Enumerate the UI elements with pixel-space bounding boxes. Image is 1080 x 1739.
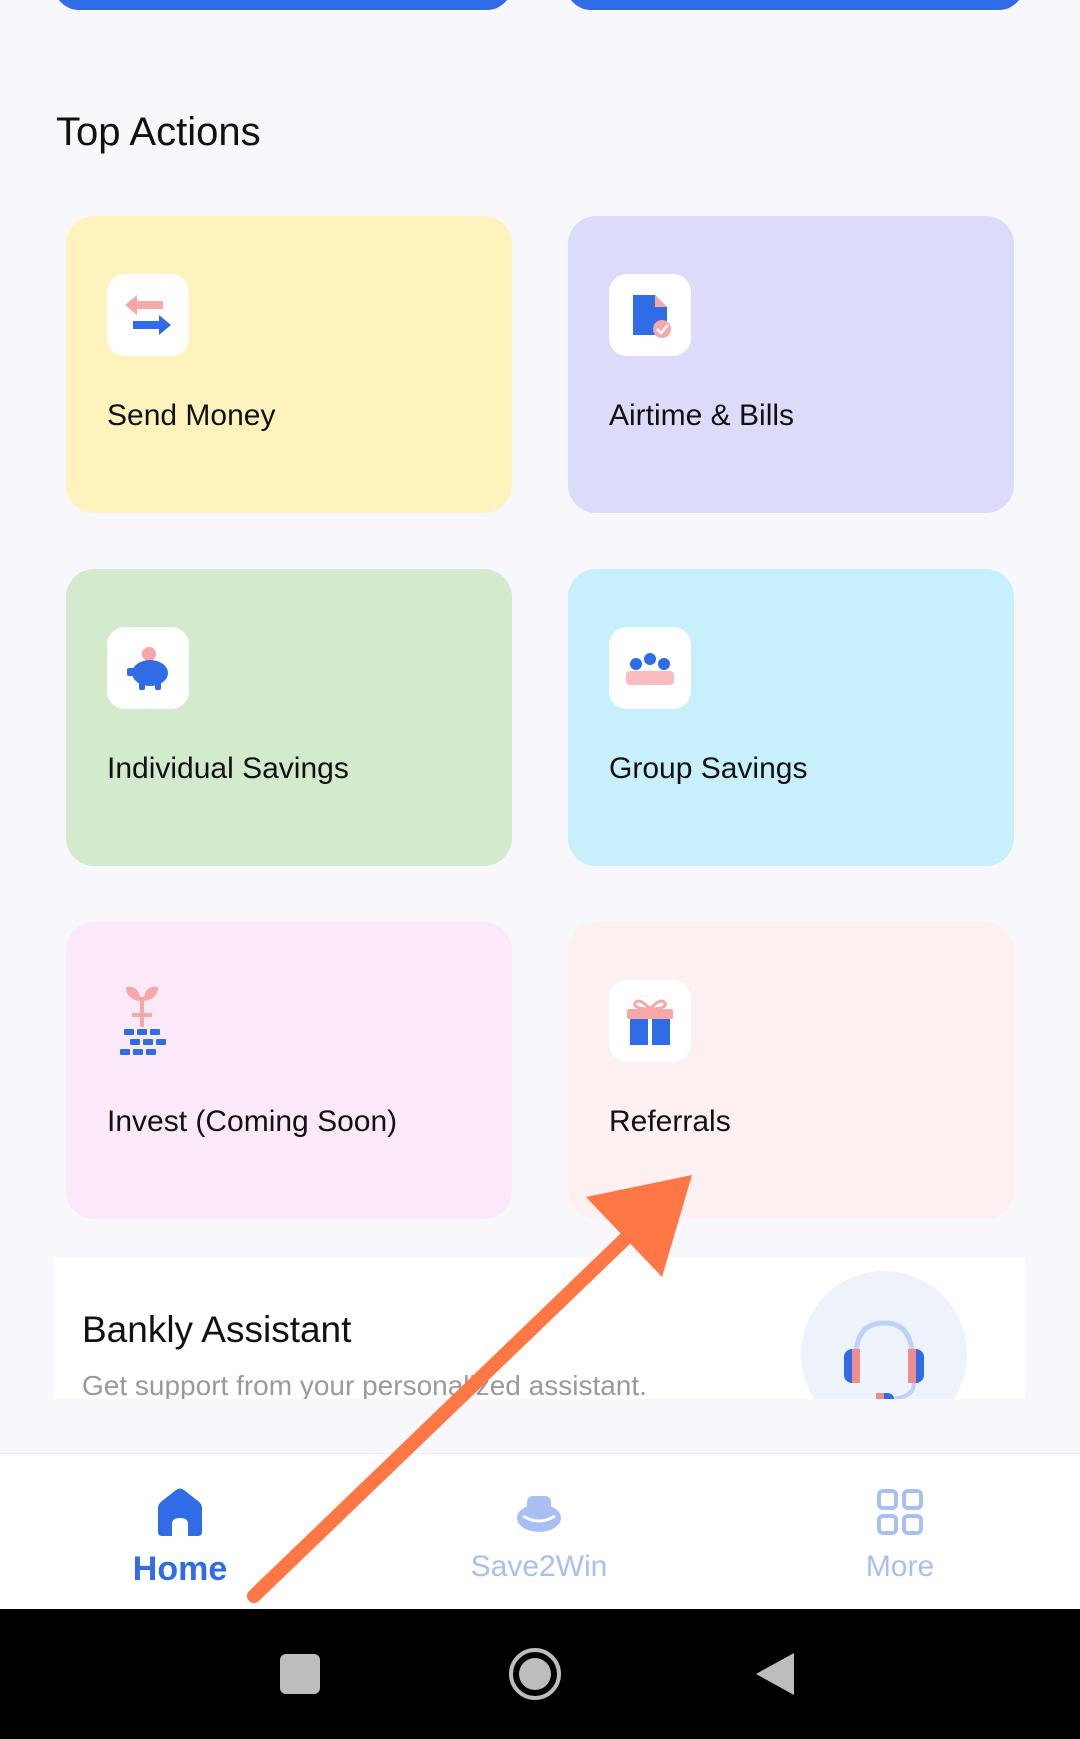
headset-icon xyxy=(834,1307,934,1399)
grid-icon xyxy=(875,1482,925,1542)
top-action-button-right[interactable] xyxy=(566,0,1024,10)
referrals-label: Referrals xyxy=(609,1105,731,1138)
assistant-title: Bankly Assistant xyxy=(82,1309,352,1350)
invest-label: Invest (Coming Soon) xyxy=(107,1105,398,1138)
piggy-bank-icon xyxy=(107,627,189,709)
top-action-button-left[interactable] xyxy=(54,0,512,10)
referrals-card[interactable]: Referrals xyxy=(568,922,1014,1219)
group-savings-label: Group Savings xyxy=(609,752,808,785)
back-button[interactable] xyxy=(745,1609,805,1739)
nav-more[interactable]: More xyxy=(780,1454,1020,1610)
assistant-subtitle: Get support from your personalized assis… xyxy=(82,1370,647,1399)
airtime-bills-card[interactable]: Airtime & Bills xyxy=(568,216,1014,513)
send-money-label: Send Money xyxy=(107,399,276,432)
nav-save2win-label: Save2Win xyxy=(470,1550,608,1583)
transfer-arrows-icon xyxy=(107,274,189,356)
bottom-navigation: Home Save2Win More xyxy=(0,1453,1080,1609)
nav-save2win[interactable]: Save2Win xyxy=(419,1454,659,1610)
group-savings-card[interactable]: Group Savings xyxy=(568,569,1014,866)
plant-growth-icon xyxy=(107,980,189,1062)
home-system-button[interactable] xyxy=(505,1609,565,1739)
recents-button[interactable] xyxy=(270,1609,330,1739)
airtime-bills-label: Airtime & Bills xyxy=(609,399,795,432)
bill-document-icon xyxy=(609,274,691,356)
save2win-icon xyxy=(513,1482,565,1542)
nav-home[interactable]: Home xyxy=(60,1454,300,1610)
nav-more-label: More xyxy=(865,1550,935,1583)
section-title: Top Actions xyxy=(56,110,261,154)
home-icon xyxy=(154,1482,206,1542)
invest-card[interactable]: Invest (Coming Soon) xyxy=(66,922,512,1219)
assistant-banner[interactable]: Bankly Assistant Get support from your p… xyxy=(54,1257,1025,1399)
system-navigation-bar xyxy=(0,1609,1080,1739)
nav-home-label: Home xyxy=(132,1550,228,1588)
send-money-card[interactable]: Send Money xyxy=(66,216,512,513)
group-people-icon xyxy=(609,627,691,709)
gift-icon xyxy=(609,980,691,1062)
individual-savings-label: Individual Savings xyxy=(107,752,349,785)
individual-savings-card[interactable]: Individual Savings xyxy=(66,569,512,866)
